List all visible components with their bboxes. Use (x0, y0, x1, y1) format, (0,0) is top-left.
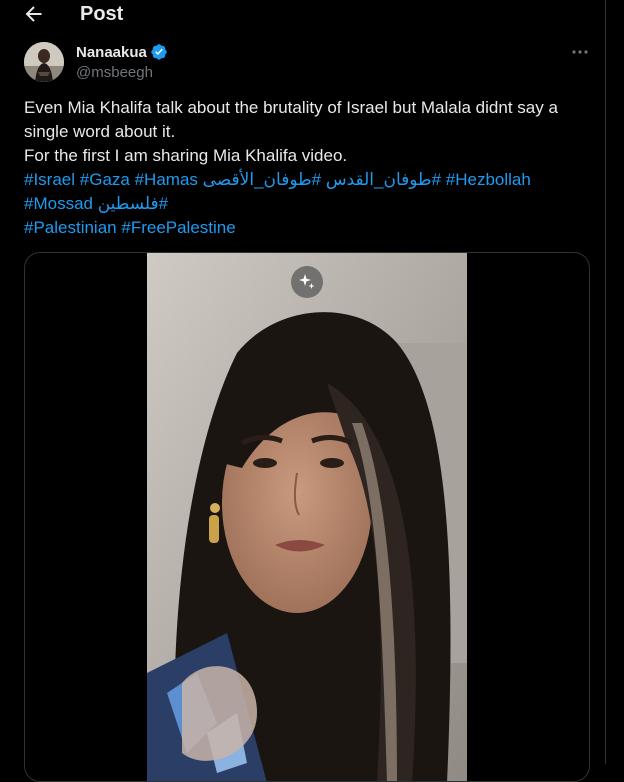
enhance-button[interactable] (291, 266, 323, 298)
hashtag-link[interactable]: #Hezbollah (446, 170, 531, 189)
back-button[interactable] (22, 2, 46, 26)
tweet-text-segment: For the first I am sharing Mia Khalifa v… (24, 146, 348, 165)
tweet-line: #Palestinian #FreePalestine (24, 216, 590, 240)
sparkle-icon (299, 274, 315, 289)
tweet-text: Even Mia Khalifa talk about the brutalit… (24, 96, 590, 240)
tweet-line: For the first I am sharing Mia Khalifa v… (24, 144, 590, 168)
video-player[interactable] (147, 253, 467, 781)
page-title: Post (80, 3, 124, 25)
avatar[interactable] (24, 42, 64, 82)
post-header: Post (0, 0, 605, 30)
hashtag-link[interactable]: #Palestinian (24, 218, 117, 237)
author-handle[interactable]: @msbeegh (76, 64, 153, 81)
more-dots-icon (572, 50, 588, 54)
video-frame-image (147, 253, 467, 781)
hashtag-link[interactable]: #Mossad (24, 194, 93, 213)
author-name-row[interactable]: Nanaakua (76, 42, 168, 62)
tweet-line: #Mossad #فلسطين (24, 192, 590, 216)
hashtag-link[interactable]: #فلسطين (98, 194, 168, 213)
tweet-line: #Israel #Gaza #Hamas #طوفان_الأقصى #طوفا… (24, 168, 590, 192)
media-card[interactable] (24, 252, 590, 782)
verified-badge-icon (151, 44, 167, 60)
more-options-button[interactable] (569, 41, 591, 63)
tweet-line: Even Mia Khalifa talk about the brutalit… (24, 96, 590, 120)
arrow-left-icon (25, 6, 42, 22)
hashtag-link[interactable]: #طوفان_الأقصى (203, 170, 321, 189)
tweet-text-segment: single word about it. (24, 122, 176, 141)
hashtag-link[interactable]: #Gaza (80, 170, 130, 189)
author-display-name[interactable]: Nanaakua (76, 44, 147, 61)
hashtag-link[interactable]: #FreePalestine (121, 218, 235, 237)
post-column: Post Nanaakua @msbeegh Even Mia Khalifa … (0, 0, 606, 782)
hashtag-link[interactable]: #طوفان_القدس (326, 170, 441, 189)
hashtag-link[interactable]: #Israel (24, 170, 75, 189)
avatar-image (24, 42, 64, 82)
tweet-text-segment: Even Mia Khalifa talk about the brutalit… (24, 98, 558, 117)
hashtag-link[interactable]: #Hamas (135, 170, 198, 189)
tweet-line: single word about it. (24, 120, 590, 144)
